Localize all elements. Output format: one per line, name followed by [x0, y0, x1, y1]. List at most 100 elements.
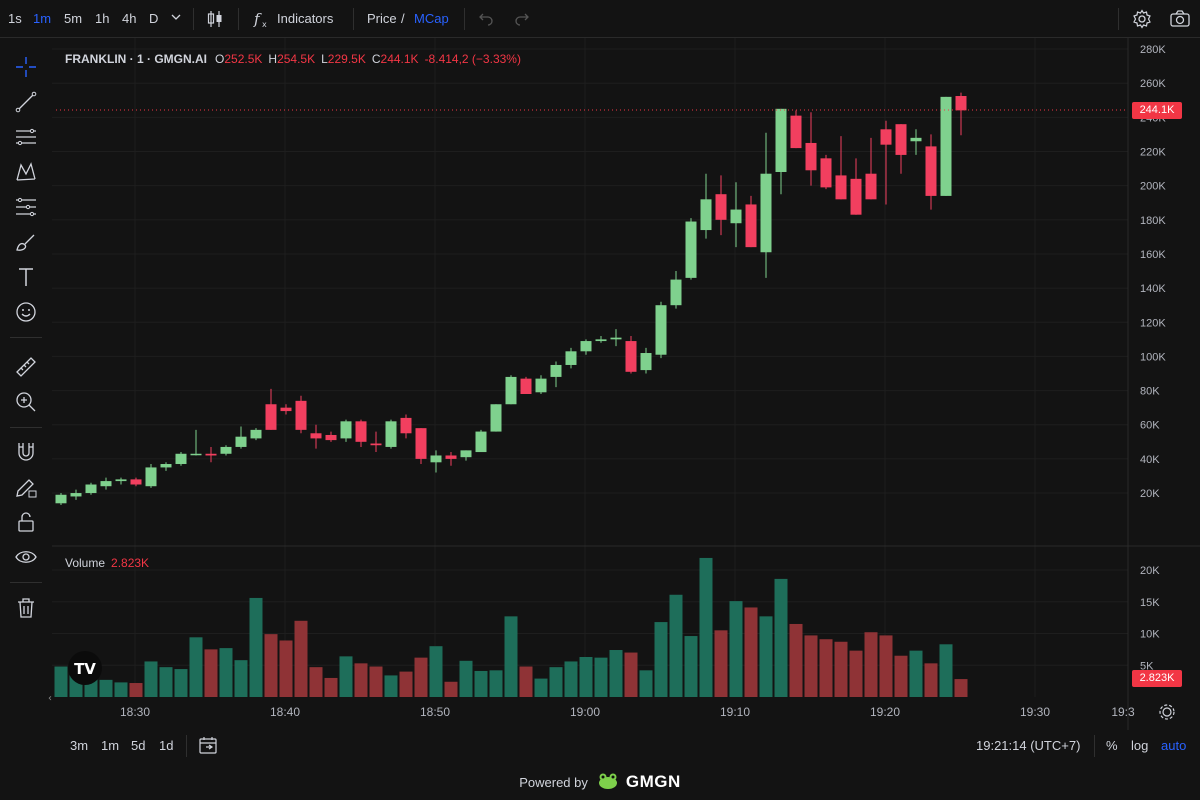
- time-tick-label: 18:50: [420, 705, 450, 719]
- price-toggle[interactable]: Price: [367, 11, 397, 27]
- change-value: -8.414,2 (−3.33%): [424, 52, 521, 66]
- candle-body: [535, 378, 547, 393]
- candle-body: [145, 467, 157, 487]
- calendar-goto-date-icon[interactable]: [198, 735, 218, 758]
- volume-bars: [54, 557, 968, 697]
- volume-label[interactable]: Volume: [65, 556, 105, 570]
- indicators-button[interactable]: Indicators: [277, 11, 333, 27]
- price-tick-label: 160K: [1140, 249, 1166, 261]
- candle-body: [745, 204, 757, 248]
- candle-body: [310, 433, 322, 439]
- candle-body: [580, 341, 592, 352]
- percent-scale-toggle[interactable]: %: [1106, 738, 1118, 753]
- low-label: L: [321, 52, 328, 66]
- volume-bar: [654, 622, 668, 697]
- range-5d[interactable]: 5d: [131, 738, 145, 753]
- price-mcap-separator: /: [401, 11, 405, 26]
- candle-body: [115, 479, 127, 482]
- interval-D[interactable]: D: [149, 11, 158, 27]
- candle-body: [220, 446, 232, 454]
- candle-body: [280, 407, 292, 412]
- price-tick-label: 280K: [1140, 44, 1166, 56]
- indicators-icon[interactable]: fx: [252, 9, 272, 33]
- range-3m[interactable]: 3m: [70, 738, 88, 753]
- volume-bar: [384, 675, 398, 697]
- candle-body: [160, 464, 172, 468]
- candle-body: [505, 376, 517, 405]
- redo-icon[interactable]: [514, 10, 530, 30]
- price-tick-label: 260K: [1140, 78, 1166, 90]
- interval-1m[interactable]: 1m: [33, 11, 51, 27]
- price-chart[interactable]: 280K260K240K220K200K180K160K140K120K100K…: [0, 38, 1200, 730]
- toolbar-divider: [1118, 8, 1119, 30]
- candle-body: [550, 364, 562, 377]
- volume-axis[interactable]: 20K15K10K5K: [1140, 565, 1160, 672]
- volume-bar: [189, 637, 203, 697]
- candle-body: [130, 479, 142, 485]
- scroll-left-icon[interactable]: ‹: [48, 693, 52, 704]
- chart-grid: [52, 38, 1128, 697]
- candle-body: [700, 199, 712, 231]
- candles: [55, 92, 967, 505]
- volume-bar: [444, 681, 458, 697]
- volume-bar: [369, 666, 383, 697]
- volume-bar: [174, 669, 188, 697]
- candle-body: [190, 453, 202, 456]
- volume-bar: [564, 661, 578, 697]
- volume-bar: [339, 656, 353, 697]
- candle-body: [850, 178, 862, 215]
- candle-body: [880, 129, 892, 145]
- settings-gear-icon[interactable]: [1132, 9, 1152, 33]
- range-1d[interactable]: 1d: [159, 738, 173, 753]
- gmgn-brand[interactable]: GMGN: [626, 772, 681, 792]
- toolbar-divider: [238, 8, 239, 30]
- candle-body: [595, 339, 607, 342]
- candle-body: [760, 173, 772, 253]
- auto-scale-toggle[interactable]: auto: [1161, 738, 1186, 753]
- interval-1s[interactable]: 1s: [8, 11, 22, 27]
- volume-bar: [504, 616, 518, 697]
- volume-bar: [909, 650, 923, 697]
- top-toolbar: 1s 1m 5m 1h 4h D fx Indicators Price / M…: [0, 0, 1200, 38]
- last-price-tag: 244.1K: [1132, 102, 1182, 119]
- volume-bar: [459, 660, 473, 697]
- time-axis-settings-icon[interactable]: [1159, 704, 1175, 720]
- interval-1h[interactable]: 1h: [95, 11, 109, 27]
- price-tick-label: 220K: [1140, 147, 1166, 159]
- interval-5m[interactable]: 5m: [64, 11, 82, 27]
- log-scale-toggle[interactable]: log: [1131, 738, 1148, 753]
- volume-bar: [624, 652, 638, 697]
- volume-bar: [639, 670, 653, 697]
- candle-body: [175, 453, 187, 465]
- interval-4h[interactable]: 4h: [122, 11, 136, 27]
- camera-screenshot-icon[interactable]: [1169, 9, 1191, 33]
- candle-body: [430, 455, 442, 463]
- price-tick-label: 140K: [1140, 283, 1166, 295]
- candles-chart-type-icon[interactable]: [205, 9, 225, 33]
- candle-body: [460, 450, 472, 458]
- volume-bar: [309, 667, 323, 697]
- time-axis[interactable]: 18:30 18:40 18:50 19:00 19:10 19:20 19:30 19:3: [120, 705, 1135, 719]
- volume-bar: [294, 620, 308, 697]
- price-tick-label: 120K: [1140, 317, 1166, 329]
- volume-bar: [99, 679, 113, 697]
- mcap-toggle[interactable]: MCap: [414, 11, 449, 27]
- volume-bar: [204, 649, 218, 697]
- price-tick-label: 80K: [1140, 386, 1160, 398]
- toolbar-divider: [1094, 735, 1095, 757]
- candle-body: [385, 421, 397, 447]
- candle-body: [775, 108, 787, 172]
- open-label: O: [215, 52, 225, 66]
- clock-timezone[interactable]: 19:21:14 (UTC+7): [976, 738, 1080, 753]
- range-1m[interactable]: 1m: [101, 738, 119, 753]
- undo-icon[interactable]: [478, 10, 494, 30]
- candle-body: [625, 341, 637, 372]
- chevron-down-icon[interactable]: [170, 11, 182, 27]
- symbol-title[interactable]: FRANKLIN · 1 · GMGN.AI: [65, 52, 207, 66]
- candle-body: [490, 404, 502, 432]
- candle-body: [610, 337, 622, 340]
- candle-body: [805, 142, 817, 171]
- volume-bar: [849, 650, 863, 697]
- volume-bar: [429, 646, 443, 697]
- volume-bar: [54, 666, 68, 697]
